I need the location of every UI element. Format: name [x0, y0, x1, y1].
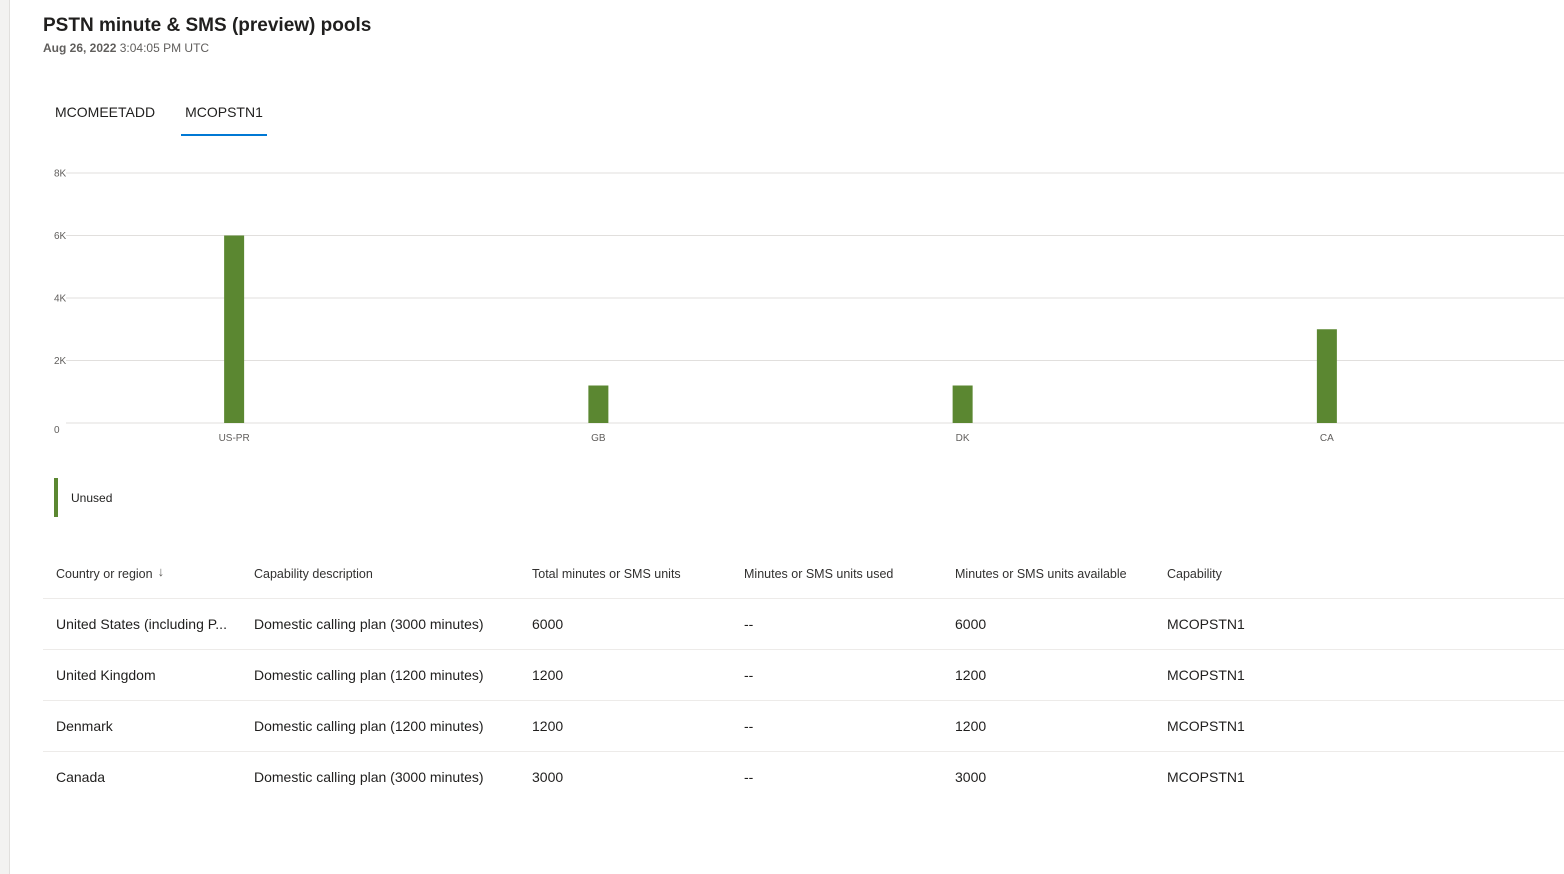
header-total-units[interactable]: Total minutes or SMS units [532, 567, 744, 581]
header-units-used[interactable]: Minutes or SMS units used [744, 567, 955, 581]
tab-mcomeetadd[interactable]: MCOMEETADD [43, 100, 167, 132]
cell-description: Domestic calling plan (3000 minutes) [254, 616, 484, 632]
cell-capability: MCOPSTN1 [1167, 616, 1245, 632]
header-units-available[interactable]: Minutes or SMS units available [955, 567, 1167, 581]
header-country-or-region[interactable]: Country or region ↓ [43, 567, 254, 582]
y-tick-label: 2K [54, 356, 67, 367]
x-tick-label: CA [1320, 433, 1334, 444]
cell-available: 6000 [955, 616, 987, 632]
cell-description: Domestic calling plan (3000 minutes) [254, 769, 484, 785]
cell-available: 1200 [955, 718, 987, 734]
header-capability[interactable]: Capability [1167, 567, 1367, 581]
table-header-row: Country or region ↓ Capability descriptio… [43, 550, 1564, 599]
capability-tabs: MCOMEETADD MCOPSTN1 [43, 100, 281, 136]
cell-description: Domestic calling plan (1200 minutes) [254, 667, 484, 683]
bar-gb[interactable] [588, 385, 609, 424]
header-label: Country or region [56, 566, 153, 581]
page: PSTN minute & SMS (preview) pools Aug 26… [0, 0, 1564, 874]
cell-used: -- [744, 718, 754, 734]
cell-capability: MCOPSTN1 [1167, 718, 1245, 734]
cell-total: 6000 [532, 616, 564, 632]
cell-total: 1200 [532, 718, 564, 734]
bar-ca[interactable] [1316, 329, 1337, 423]
cell-available: 3000 [955, 769, 987, 785]
table-row[interactable]: Canada Domestic calling plan (3000 minut… [43, 752, 1564, 802]
x-tick-label: US-PR [219, 433, 250, 444]
legend-label-unused: Unused [71, 490, 113, 505]
cell-available: 1200 [955, 667, 987, 683]
cell-total: 1200 [532, 667, 564, 683]
cell-capability: MCOPSTN1 [1167, 769, 1245, 785]
chart-svg: 0 2K 4K 6K 8K US-PR GB DK CA [54, 169, 1564, 444]
page-title: PSTN minute & SMS (preview) pools [43, 15, 372, 36]
x-tick-label: DK [956, 433, 970, 444]
usage-bar-chart: 0 2K 4K 6K 8K US-PR GB DK CA [0, 165, 1564, 455]
bar-us-pr[interactable] [224, 235, 245, 424]
cell-country: United States (including P... [56, 616, 227, 632]
table-row[interactable]: United States (including P... Domestic c… [43, 599, 1564, 650]
pools-table: Country or region ↓ Capability descriptio… [43, 550, 1564, 802]
x-tick-label: GB [591, 433, 606, 444]
table-row[interactable]: Denmark Domestic calling plan (1200 minu… [43, 701, 1564, 752]
cell-country: Canada [56, 769, 106, 785]
cell-used: -- [744, 667, 754, 683]
legend-swatch-unused [54, 478, 58, 517]
table-row[interactable]: United Kingdom Domestic calling plan (12… [43, 650, 1564, 701]
cell-country: Denmark [56, 718, 113, 734]
header-capability-description[interactable]: Capability description [254, 567, 532, 581]
y-tick-label: 4K [54, 294, 67, 305]
y-tick-label: 6K [54, 231, 67, 242]
y-tick-label: 0 [54, 425, 60, 436]
bar-dk[interactable] [952, 385, 973, 424]
page-timestamp: Aug 26, 2022 3:04:05 PM UTC [43, 41, 209, 55]
sort-descending-icon[interactable]: ↓ [158, 567, 165, 579]
cell-used: -- [744, 616, 754, 632]
cell-country: United Kingdom [56, 667, 156, 683]
cell-description: Domestic calling plan (1200 minutes) [254, 718, 484, 734]
cell-capability: MCOPSTN1 [1167, 667, 1245, 683]
y-tick-label: 8K [54, 169, 67, 180]
timestamp-date: Aug 26, 2022 [43, 41, 117, 55]
timestamp-time: 3:04:05 PM UTC [119, 41, 210, 55]
cell-total: 3000 [532, 769, 564, 785]
cell-used: -- [744, 769, 754, 785]
chart-legend[interactable]: Unused [54, 478, 112, 517]
tab-mcopstn1[interactable]: MCOPSTN1 [173, 100, 275, 136]
